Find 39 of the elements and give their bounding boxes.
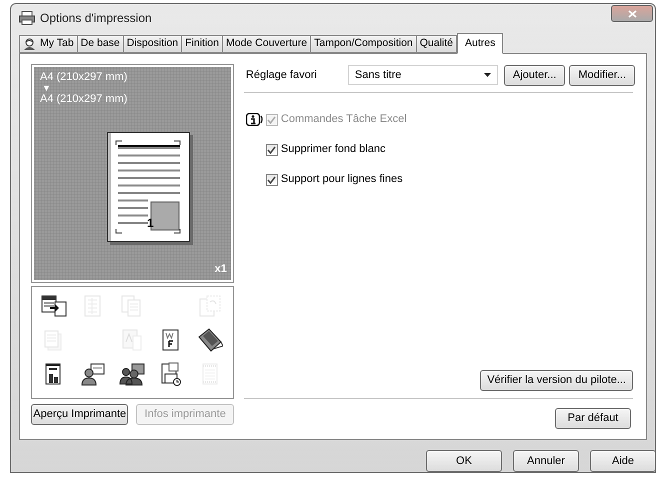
default-button[interactable]: Par défaut	[555, 408, 631, 429]
favorite-dropdown[interactable]: Sans titre	[348, 65, 498, 85]
window-title: Options d'impression	[40, 10, 152, 26]
checkmark-icon	[267, 176, 276, 184]
doc-arrow-icon[interactable]	[41, 294, 68, 318]
tilted-pages-icon[interactable]	[197, 328, 224, 352]
tab[interactable]: Tampon/Composition	[311, 35, 417, 53]
modify-button[interactable]: Modifier...	[569, 64, 635, 86]
favorite-label: Réglage favori	[244, 68, 318, 83]
arrow-down-glyph: ▼	[41, 83, 52, 94]
checkbox-option[interactable]: Supprimer fond blanc	[266, 141, 386, 158]
person-screen-icon[interactable]	[80, 362, 106, 386]
tab[interactable]: My Tab	[19, 35, 78, 53]
person-icon	[23, 38, 36, 50]
close-button[interactable]	[611, 5, 653, 22]
printer-icon	[19, 10, 35, 24]
checkbox-option[interactable]: Support pour lignes fines	[266, 171, 403, 188]
cancel-button[interactable]: Annuler	[513, 450, 579, 472]
paper-size-label: A4 (210x297 mm)	[40, 94, 128, 105]
page-number: 1	[147, 217, 154, 229]
help-button[interactable]: Aide	[590, 450, 656, 472]
tab[interactable]: De base	[78, 35, 124, 53]
checkmark-icon	[267, 146, 276, 154]
printer-preview-button[interactable]: Aperçu Imprimante	[31, 404, 128, 425]
paper-size-label: A4 (210x297 mm)	[40, 72, 128, 83]
add-button[interactable]: Ajouter...	[504, 64, 566, 86]
tab[interactable]: Autres	[457, 33, 504, 54]
tab[interactable]: Mode Couverture	[222, 35, 312, 53]
tab[interactable]: Qualité	[416, 35, 458, 53]
checkmark-icon	[267, 116, 276, 124]
ok-button[interactable]: OK	[426, 450, 502, 472]
close-icon	[628, 10, 636, 18]
dropdown-caret-icon	[484, 73, 491, 77]
dropdown-value: Sans titre	[354, 68, 402, 83]
tab[interactable]: Finition	[182, 35, 223, 53]
check-driver-version-button[interactable]: Vérifier la version du pilote...	[480, 370, 633, 391]
copies-count: x1	[214, 262, 227, 276]
tab[interactable]: Disposition	[124, 35, 182, 53]
people-screen-icon[interactable]	[119, 362, 146, 386]
